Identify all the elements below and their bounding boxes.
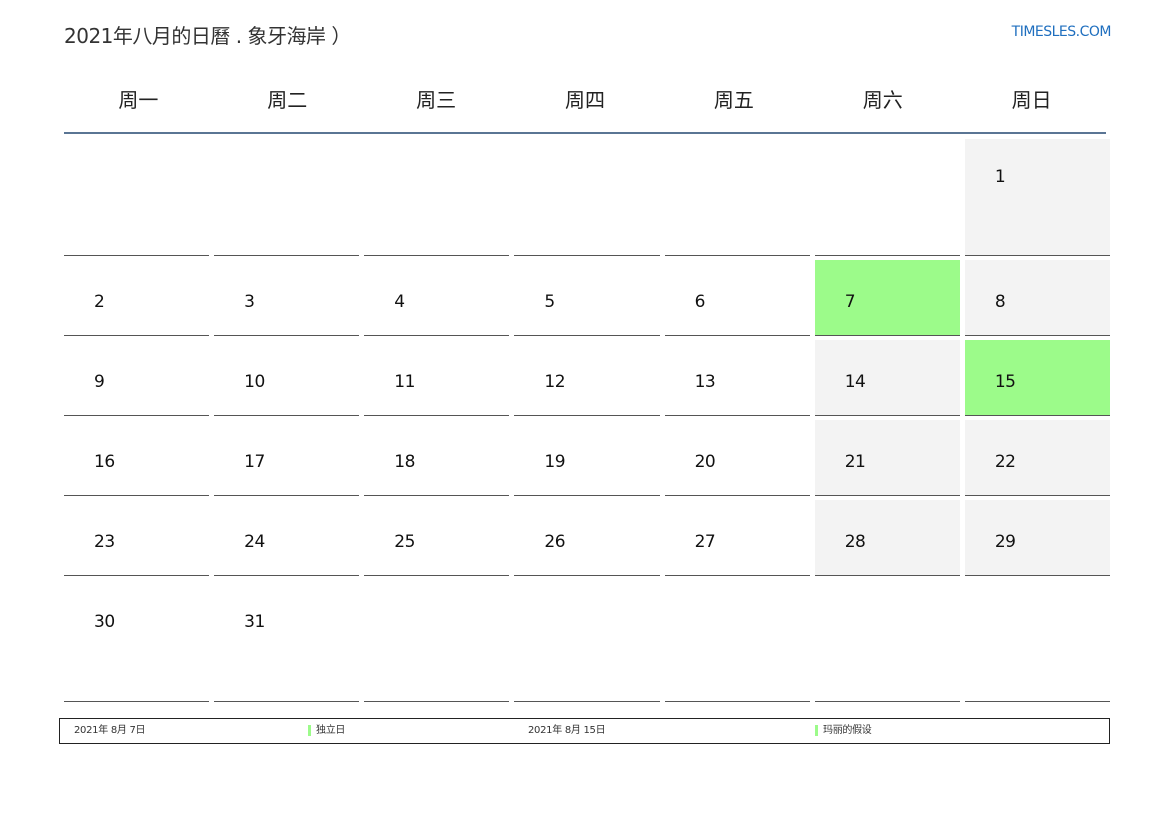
legend-holiday: 玛丽的假设 xyxy=(815,719,872,743)
legend-holiday-name: 独立日 xyxy=(316,725,346,736)
day-cell[interactable]: 18 xyxy=(364,420,510,496)
day-cell[interactable]: 1 xyxy=(964,139,1110,256)
day-cell[interactable]: 22 xyxy=(964,420,1110,496)
day-number: 5 xyxy=(544,292,555,312)
holiday-color-swatch xyxy=(308,724,311,736)
day-cell[interactable]: 20 xyxy=(664,420,810,496)
day-number: 15 xyxy=(994,372,1016,392)
day-cell[interactable]: 4 xyxy=(364,260,510,336)
day-cell[interactable]: 28 xyxy=(814,500,960,576)
weekday-sun: 周日 xyxy=(1011,88,1052,112)
day-cell[interactable]: 15 xyxy=(964,340,1110,416)
legend-date: 2021年 8月 7日 xyxy=(74,725,146,736)
day-number: 14 xyxy=(844,372,866,392)
empty-cell xyxy=(964,580,1110,702)
day-cell[interactable]: 31 xyxy=(214,580,360,702)
calendar-grid: 1 2 3 4 5 6 7 8 9 10 11 12 13 14 15 16 17 18 19 20 21 22 23 24 2… xyxy=(64,139,1110,706)
day-number: 24 xyxy=(244,532,265,552)
weekday-sat: 周六 xyxy=(862,88,903,112)
day-cell[interactable]: 10 xyxy=(214,340,360,416)
day-cell[interactable]: 7 xyxy=(814,260,960,336)
day-cell[interactable]: 23 xyxy=(64,500,210,576)
day-cell[interactable]: 17 xyxy=(214,420,360,496)
weekday-thu: 周四 xyxy=(565,88,605,112)
weekday-fri: 周五 xyxy=(713,88,754,112)
day-number: 4 xyxy=(394,292,405,312)
empty-cell xyxy=(664,139,810,256)
day-cell[interactable]: 12 xyxy=(514,340,660,416)
day-number: 16 xyxy=(94,452,115,472)
empty-cell xyxy=(214,139,360,256)
day-number: 27 xyxy=(694,532,716,552)
day-cell[interactable]: 9 xyxy=(64,340,210,416)
day-cell[interactable]: 29 xyxy=(964,500,1110,576)
day-number: 6 xyxy=(694,292,706,312)
empty-cell xyxy=(364,580,510,702)
empty-cell xyxy=(814,139,960,256)
day-cell[interactable]: 8 xyxy=(964,260,1110,336)
day-cell[interactable]: 2 xyxy=(64,260,210,336)
day-number: 1 xyxy=(994,167,1006,187)
day-number: 28 xyxy=(844,532,866,552)
day-number: 17 xyxy=(244,452,265,472)
empty-cell xyxy=(814,580,960,702)
day-number: 25 xyxy=(394,532,415,552)
day-cell[interactable]: 11 xyxy=(364,340,510,416)
day-number: 22 xyxy=(994,452,1016,472)
day-number: 19 xyxy=(544,452,566,472)
day-number: 29 xyxy=(994,532,1016,552)
legend-holiday: 独立日 xyxy=(308,719,345,743)
day-cell[interactable]: 30 xyxy=(64,580,210,702)
site-link[interactable]: TIMESLES.COM xyxy=(1012,24,1112,40)
day-number: 10 xyxy=(244,372,265,392)
empty-cell xyxy=(364,139,510,256)
day-cell[interactable]: 25 xyxy=(364,500,510,576)
day-number: 2 xyxy=(94,292,105,312)
day-cell[interactable]: 3 xyxy=(214,260,360,336)
day-cell[interactable]: 13 xyxy=(664,340,810,416)
day-cell[interactable]: 14 xyxy=(814,340,960,416)
day-cell[interactable]: 16 xyxy=(64,420,210,496)
day-number: 8 xyxy=(994,292,1006,312)
day-number: 23 xyxy=(94,532,115,552)
empty-cell xyxy=(664,580,810,702)
day-number: 31 xyxy=(244,612,265,632)
weekday-wed: 周三 xyxy=(416,88,457,112)
empty-cell xyxy=(514,139,660,256)
day-number: 3 xyxy=(244,292,255,312)
weekday-header: 周一 周二 周三 周四 周五 周六 周日 xyxy=(64,72,1106,134)
day-number: 20 xyxy=(694,452,716,472)
day-number: 26 xyxy=(544,532,566,552)
day-cell[interactable]: 26 xyxy=(514,500,660,576)
day-cell[interactable]: 6 xyxy=(664,260,810,336)
legend-holiday-name: 玛丽的假设 xyxy=(823,725,872,736)
day-cell[interactable]: 5 xyxy=(514,260,660,336)
empty-cell xyxy=(514,580,660,702)
day-number: 18 xyxy=(394,452,415,472)
day-cell[interactable]: 27 xyxy=(664,500,810,576)
day-number: 21 xyxy=(844,452,866,472)
page-title: 2021年八月的日曆 . 象牙海岸 ） xyxy=(64,24,351,48)
holiday-color-swatch xyxy=(815,724,818,736)
weekday-mon: 周一 xyxy=(118,88,159,112)
day-number: 11 xyxy=(394,372,415,392)
day-number: 9 xyxy=(94,372,105,392)
day-cell[interactable]: 21 xyxy=(814,420,960,496)
day-number: 12 xyxy=(544,372,566,392)
day-number: 7 xyxy=(844,292,856,312)
legend-date: 2021年 8月 15日 xyxy=(528,725,606,736)
day-number: 13 xyxy=(694,372,716,392)
day-cell[interactable]: 24 xyxy=(214,500,360,576)
day-number: 30 xyxy=(94,612,115,632)
empty-cell xyxy=(64,139,210,256)
holiday-legend: 2021年 8月 7日 独立日 2021年 8月 15日 玛丽的假设 xyxy=(59,718,1110,744)
day-cell[interactable]: 19 xyxy=(514,420,660,496)
weekday-tue: 周二 xyxy=(267,88,308,112)
